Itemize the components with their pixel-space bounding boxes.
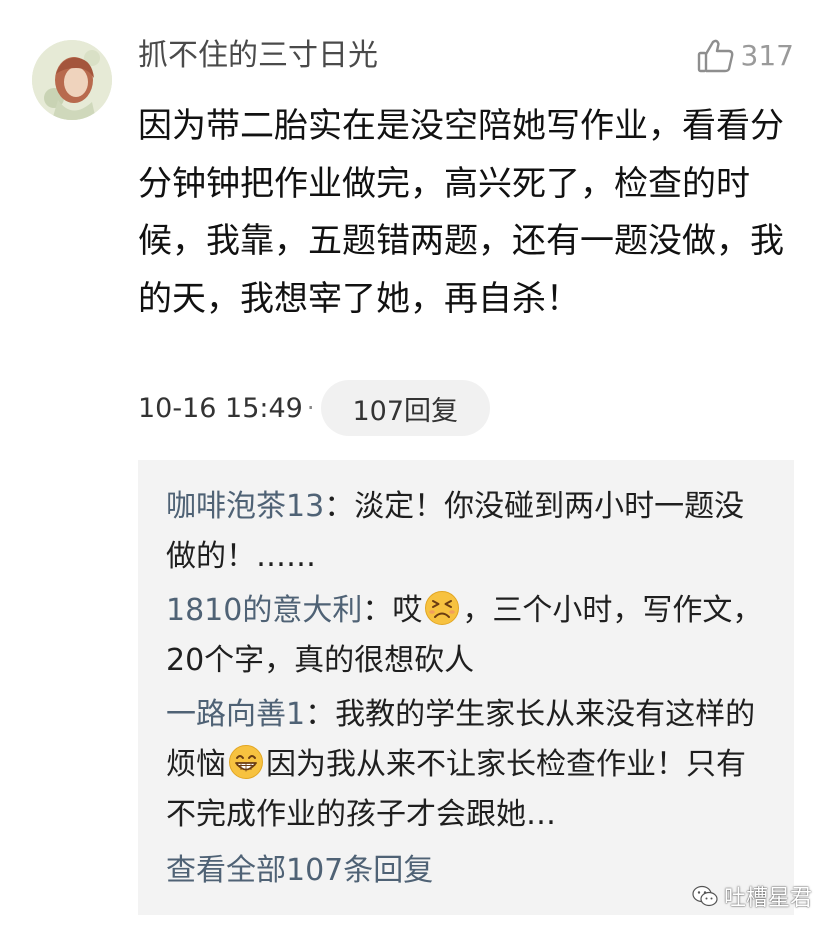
thumbs-up-icon (697, 39, 733, 73)
reply-item[interactable]: 咖啡泡茶13：淡定！你没碰到两小时一题没做的！…… (166, 482, 768, 582)
watermark: 吐槽星君 (692, 880, 812, 912)
comment-meta: 10-16 15:49 · 107回复 (138, 380, 491, 436)
comment-text: 因为带二胎实在是没空陪她写作业，看看分分钟钟把作业做完，高兴死了，检查的时候，我… (138, 106, 784, 319)
username[interactable]: 抓不住的三寸日光 (138, 36, 378, 76)
watermark-text: 吐槽星君 (723, 886, 812, 911)
reply-item[interactable]: 一路向善1：我教的学生家长从来没有这样的烦恼 因为我从来不让家长检查作业！只有不… (166, 690, 768, 840)
avatar-image (32, 40, 112, 120)
reply-separator: ： (305, 697, 336, 732)
reply-separator: ： (362, 593, 393, 628)
avatar[interactable] (32, 40, 112, 120)
reply-author[interactable]: 1810的意大利 (166, 593, 362, 628)
meta-separator: · (306, 394, 315, 422)
replies-panel: 咖啡泡茶13：淡定！你没碰到两小时一题没做的！…… 1810的意大利：哎 ，三个… (138, 460, 794, 915)
like-button[interactable]: 317 (697, 34, 794, 78)
wechat-logo-icon (692, 885, 718, 907)
reply-author[interactable]: 咖啡泡茶13 (166, 489, 324, 524)
timestamp: 10-16 15:49 (138, 392, 303, 424)
tired-face-emoji (425, 591, 460, 625)
reply-text: 哎 (392, 593, 423, 628)
reply-count-button[interactable]: 107回复 (320, 380, 491, 436)
view-all-replies-link[interactable]: 查看全部107条回复 (166, 846, 768, 896)
grinning-face-emoji (229, 745, 263, 779)
like-count: 317 (740, 39, 794, 72)
reply-item[interactable]: 1810的意大利：哎 ，三个小时，写作文，20个字，真的很想砍人 (166, 586, 768, 686)
reply-author[interactable]: 一路向善1 (166, 697, 305, 732)
reply-separator: ： (324, 489, 355, 524)
